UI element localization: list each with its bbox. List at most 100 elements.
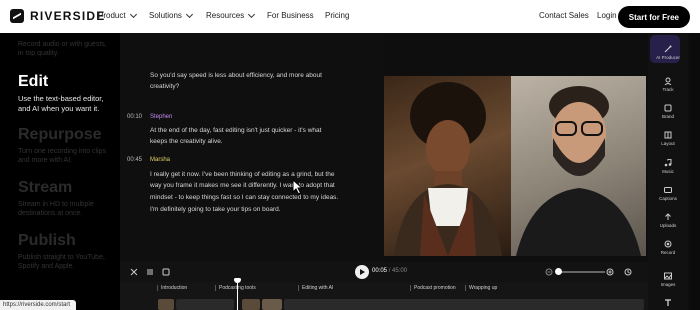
scrollbar[interactable]	[690, 33, 700, 310]
play-button[interactable]	[355, 265, 369, 279]
record-icon	[664, 240, 672, 248]
tool-captions[interactable]: Captions	[648, 186, 688, 201]
page-root: RIVERSIDE Product Solutions Resources Fo…	[0, 0, 700, 310]
timeline-clip-thumbnail[interactable]	[242, 299, 260, 310]
clock-icon[interactable]	[624, 268, 632, 276]
tool-record[interactable]: Record	[648, 240, 688, 255]
transcript-line[interactable]: way you frame it makes me see it differe…	[150, 180, 378, 191]
chevron-down-icon	[248, 10, 256, 18]
tool-label: Captions	[659, 196, 677, 201]
tool-label: Images	[660, 282, 676, 287]
chevron-down-icon	[185, 10, 193, 18]
tool-label: Record	[660, 250, 676, 255]
transcript-line[interactable]: I'm definitely going to take your tips o…	[150, 204, 378, 215]
captions-toggle-icon[interactable]	[162, 268, 170, 276]
tool-music[interactable]: Music	[648, 159, 688, 174]
zoom-slider-track[interactable]	[557, 271, 605, 273]
transcript-intro-line[interactable]: creativity?	[150, 81, 378, 92]
nav-contact-sales[interactable]: Contact Sales	[539, 11, 589, 20]
layout-icon	[664, 131, 672, 139]
tool-text[interactable]	[648, 299, 688, 309]
chapter-marker[interactable]: Editing with AI	[298, 285, 333, 291]
start-for-free-button[interactable]: Start for Free	[617, 6, 690, 28]
brand-icon	[664, 104, 672, 112]
feature-desc-stream: Stream in HD to multiple destinations at…	[18, 201, 94, 217]
speaker-name[interactable]: Stephen	[150, 114, 172, 120]
feature-desc-publish: Publish straight to YouTube, Spotify and…	[18, 254, 105, 270]
chapter-marker[interactable]: Wrapping up	[465, 285, 497, 291]
tool-images[interactable]: Images	[648, 272, 688, 287]
feature-record-desc: Record audio or with guests, in top qual…	[18, 41, 107, 57]
nav-product[interactable]: Product	[98, 10, 137, 20]
mouse-cursor-icon	[292, 179, 304, 195]
nav-for-business[interactable]: For Business	[267, 11, 314, 20]
tool-layout[interactable]: Layout	[648, 131, 688, 146]
wand-icon	[664, 45, 672, 53]
tool-track[interactable]: Track	[648, 77, 688, 92]
timeline-clip-thumbnail[interactable]	[262, 299, 282, 310]
tool-label: Uploads	[659, 223, 677, 228]
total-time: / 45:00	[388, 268, 408, 274]
nav-resources-label: Resources	[206, 11, 245, 20]
feature-heading-edit[interactable]: Edit	[18, 73, 48, 91]
riverside-logo-icon	[10, 9, 24, 23]
feature-list: Record audio or with guests, in top qual…	[0, 33, 120, 310]
chevron-down-icon	[129, 10, 137, 18]
music-icon	[664, 159, 672, 167]
chapter-marker[interactable]: Introduction	[157, 285, 187, 291]
transcript-line[interactable]: mindset - to keep things fast so I can s…	[150, 192, 378, 203]
status-bar-url: https://riverside.com/start	[0, 300, 77, 310]
zoom-out-icon[interactable]	[545, 268, 553, 276]
tool-uploads[interactable]: Uploads	[648, 213, 688, 228]
tool-ai-producer[interactable]: AI Producer	[648, 45, 688, 60]
timeline-clip[interactable]	[284, 299, 644, 310]
video-preview[interactable]	[384, 76, 646, 256]
track-icon	[664, 77, 672, 85]
text-icon	[665, 299, 671, 306]
top-nav: RIVERSIDE Product Solutions Resources Fo…	[0, 0, 700, 33]
tool-label: Music	[662, 169, 674, 174]
transcript-line[interactable]: I really get it now. I've been thinking …	[150, 169, 378, 180]
feature-heading-publish[interactable]: Publish	[18, 232, 76, 250]
nav-product-label: Product	[98, 11, 126, 20]
upload-icon	[665, 213, 671, 220]
transcript-timestamp[interactable]: 00:10	[127, 114, 142, 120]
current-time: 00:05	[372, 268, 388, 274]
nav-resources[interactable]: Resources	[206, 10, 256, 20]
nav-solutions-label: Solutions	[149, 11, 182, 20]
captions-icon	[664, 187, 672, 193]
chapter-marker[interactable]: Podcasting tools	[215, 285, 256, 291]
split-icon[interactable]	[130, 268, 138, 276]
guest-video-marsha	[384, 76, 511, 256]
list-icon[interactable]	[146, 268, 154, 276]
transcript-timestamp[interactable]: 00:45	[127, 157, 142, 163]
host-video-stephen	[511, 76, 646, 256]
speaker-name[interactable]: Marsha	[150, 157, 170, 163]
feature-heading-stream[interactable]: Stream	[18, 179, 72, 197]
playhead[interactable]	[237, 279, 238, 310]
transcript-intro-line[interactable]: So you'd say speed is less about efficie…	[150, 70, 378, 81]
tool-label: Layout	[661, 141, 675, 146]
nav-pricing[interactable]: Pricing	[325, 11, 349, 20]
brand-logo[interactable]: RIVERSIDE	[10, 9, 105, 23]
timeline-clip-thumbnail[interactable]	[158, 299, 174, 310]
tool-label: Brand	[661, 114, 674, 119]
image-icon	[664, 272, 672, 280]
zoom-slider-handle[interactable]	[555, 268, 562, 275]
nav-solutions[interactable]: Solutions	[149, 10, 193, 20]
brand-name: RIVERSIDE	[30, 9, 106, 23]
timeline-clip[interactable]	[176, 299, 234, 310]
chapter-marker[interactable]: Podcast promotion	[410, 285, 456, 291]
tool-brand[interactable]: Brand	[648, 104, 688, 119]
transcript-panel: So you'd say speed is less about efficie…	[120, 33, 384, 263]
transcript-line[interactable]: At the end of the day, fast editing isn'…	[150, 125, 378, 136]
playback-timecode: 00:05 / 45:00	[372, 268, 407, 274]
tool-label: AI Producer	[656, 55, 680, 60]
feature-heading-repurpose[interactable]: Repurpose	[18, 126, 102, 144]
transcript-line[interactable]: keeps the creativity alive.	[150, 136, 378, 147]
tool-label: Track	[662, 87, 674, 92]
feature-desc-edit: Use the text-based editor, and AI when y…	[18, 94, 104, 113]
zoom-in-icon[interactable]	[606, 268, 614, 276]
nav-login[interactable]: Login	[597, 11, 617, 20]
feature-desc-repurpose: Turn one recording into clips and more w…	[18, 148, 107, 164]
